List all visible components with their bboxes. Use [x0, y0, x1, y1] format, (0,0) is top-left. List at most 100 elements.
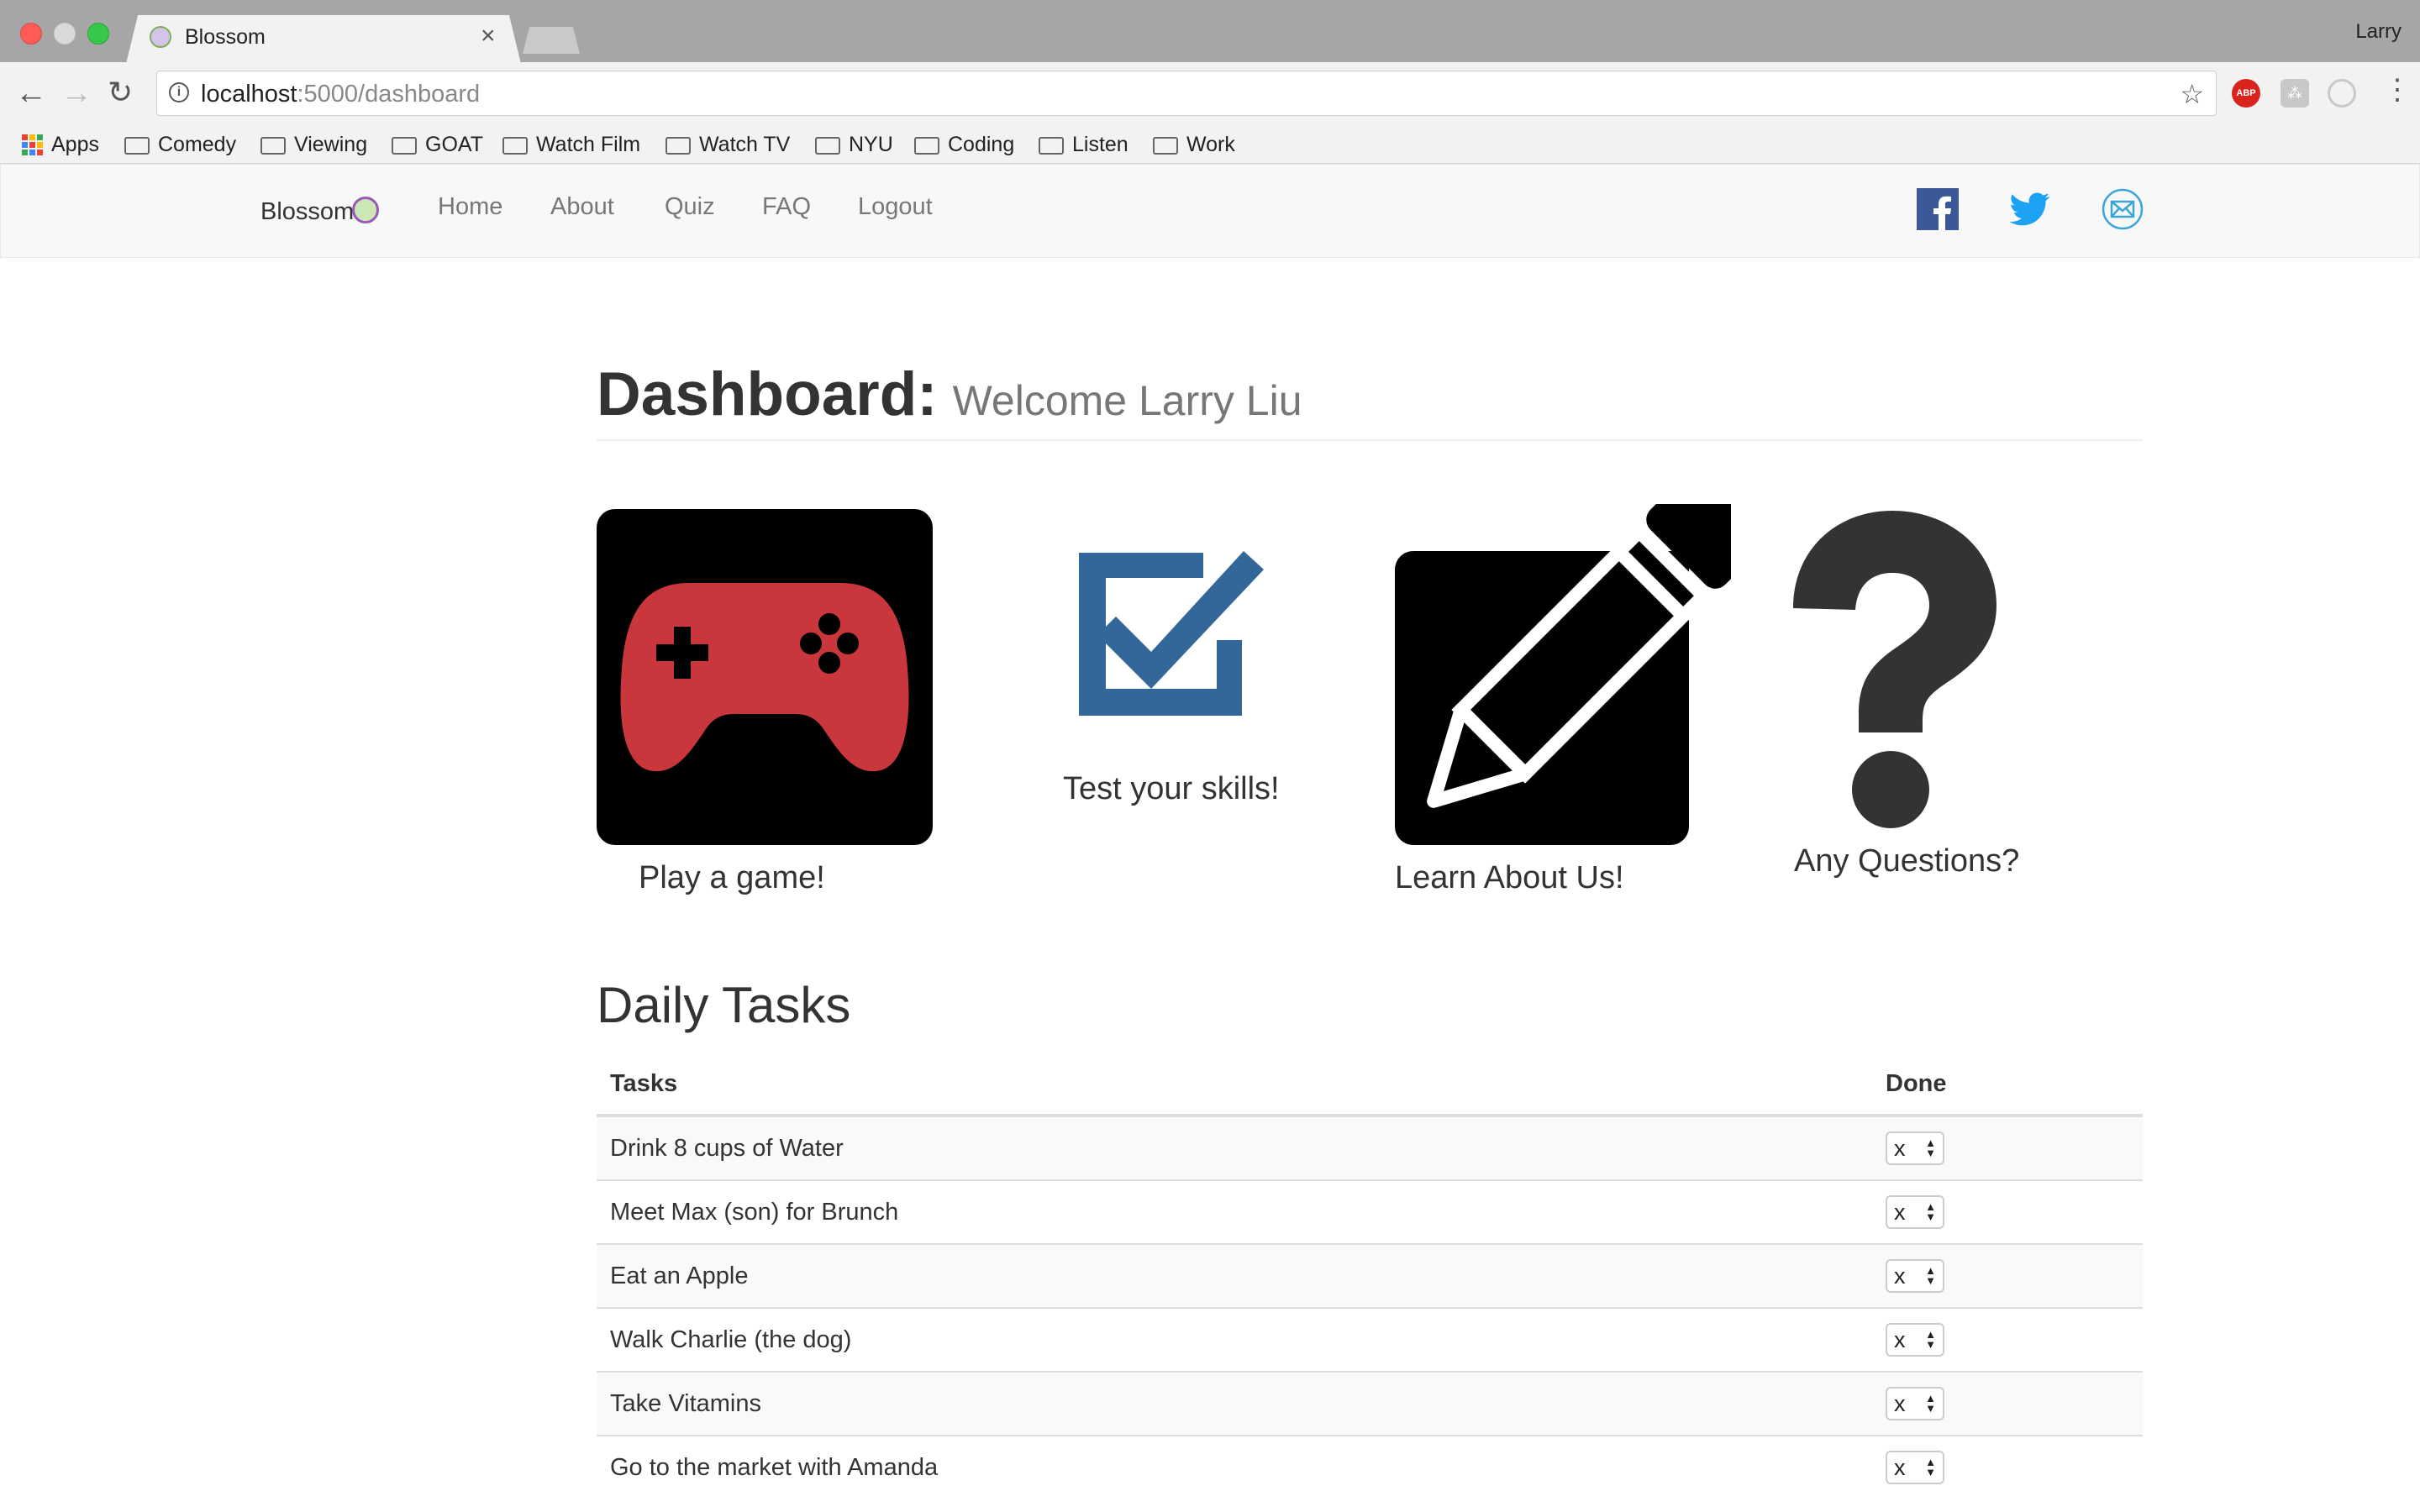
mail-icon[interactable] [2102, 188, 2144, 230]
tab-favicon-icon [150, 26, 171, 48]
profile-name[interactable]: Larry [2355, 20, 2402, 44]
folder-icon [1039, 137, 1064, 155]
nav-home[interactable]: Home [438, 193, 502, 221]
bookmark-label: Watch Film [536, 133, 641, 156]
table-row: Drink 8 cups of Water x ▲ ▼ [597, 1115, 2143, 1180]
learn-about-label[interactable]: Learn About Us! [1395, 860, 1624, 896]
checkbox-icon[interactable] [1077, 548, 1265, 721]
done-select[interactable]: x ▲ ▼ [1886, 1131, 1944, 1165]
bookmark-watch-film[interactable]: Watch Film [502, 133, 640, 157]
task-name: Meet Max (son) for Brunch [597, 1179, 1872, 1244]
url-text[interactable]: localhost:5000/dashboard [201, 81, 480, 108]
select-arrows-icon: ▲ ▼ [1925, 1264, 1936, 1287]
bookmark-work[interactable]: Work [1153, 133, 1235, 157]
select-arrows-icon: ▲ ▼ [1925, 1200, 1936, 1223]
tab-title[interactable]: Blossom [185, 25, 266, 50]
pencil-icon[interactable] [1395, 504, 1731, 848]
select-arrows-icon: ▲ ▼ [1925, 1137, 1936, 1159]
blossom-logo-icon[interactable] [352, 197, 379, 223]
folder-icon [392, 137, 417, 155]
page-title: Dashboard: Welcome Larry Liu [597, 360, 1302, 428]
nav-about[interactable]: About [550, 193, 614, 221]
play-game-label[interactable]: Play a game! [639, 860, 825, 896]
bookmark-label: GOAT [425, 133, 483, 156]
bookmark-label: Apps [51, 133, 99, 156]
done-select[interactable]: x ▲ ▼ [1886, 1323, 1944, 1357]
bookmark-watch-tv[interactable]: Watch TV [666, 133, 790, 157]
bookmark-label: Watch TV [699, 133, 791, 156]
done-select[interactable]: x ▲ ▼ [1886, 1195, 1944, 1229]
table-row: Go to the market with Amanda x ▲ ▼ [597, 1435, 2143, 1499]
bookmark-label: Coding [948, 133, 1015, 156]
bookmark-comedy[interactable]: Comedy [124, 133, 236, 157]
bookmark-listen[interactable]: Listen [1039, 133, 1128, 157]
apps-grid-icon [22, 134, 43, 155]
welcome-text: Welcome Larry Liu [952, 377, 1302, 424]
test-skills-label[interactable]: Test your skills! [1063, 771, 1280, 807]
done-select[interactable]: x ▲ ▼ [1886, 1387, 1944, 1420]
bookmarks-bar: Apps Comedy Viewing GOAT Watch Film Watc… [0, 128, 2420, 164]
table-row: Eat an Apple x ▲ ▼ [597, 1243, 2143, 1308]
nav-faq[interactable]: FAQ [762, 193, 811, 221]
facebook-icon[interactable] [1917, 188, 1959, 230]
browser-menu-icon[interactable]: ⋮ [2383, 76, 2412, 104]
browser-titlebar: Blossom × Larry [0, 0, 2420, 64]
table-row: Meet Max (son) for Brunch x ▲ ▼ [597, 1179, 2143, 1244]
react-extension-icon[interactable] [2328, 79, 2356, 108]
folder-icon [1153, 137, 1178, 155]
folder-icon [815, 137, 840, 155]
extension-icon[interactable]: ⁂ [2281, 79, 2309, 108]
tasks-table: Tasks Done Drink 8 cups of Water x ▲ ▼ Mee… [597, 1053, 2143, 1499]
twitter-icon[interactable] [2009, 188, 2051, 230]
browser-toolbar: ← → ↻ i localhost:5000/dashboard ☆ ABP ⁂… [0, 62, 2420, 128]
folder-icon [502, 137, 528, 155]
folder-icon [914, 137, 939, 155]
any-questions-label[interactable]: Any Questions? [1794, 843, 2019, 879]
tab-close-icon[interactable]: × [481, 22, 496, 50]
bookmark-coding[interactable]: Coding [914, 133, 1014, 157]
task-name: Take Vitamins [597, 1371, 1872, 1436]
bookmark-star-icon[interactable]: ☆ [2180, 78, 2204, 110]
maximize-window-button[interactable] [87, 23, 109, 45]
bookmark-apps[interactable]: Apps [22, 133, 99, 157]
bookmark-label: NYU [849, 133, 893, 156]
minimize-window-button[interactable] [54, 23, 76, 45]
bookmark-label: Listen [1072, 133, 1128, 156]
bookmark-label: Comedy [158, 133, 237, 156]
question-mark-icon[interactable] [1788, 507, 1998, 830]
site-navbar: Blossom Home About Quiz FAQ Logout [0, 164, 2420, 258]
folder-icon [666, 137, 691, 155]
address-bar[interactable]: i localhost:5000/dashboard ☆ [156, 71, 2217, 116]
nav-logout[interactable]: Logout [858, 193, 933, 221]
back-arrow-icon[interactable]: ← [15, 77, 47, 109]
daily-tasks-title: Daily Tasks [597, 977, 851, 1033]
task-name: Eat an Apple [597, 1243, 1872, 1308]
task-name: Drink 8 cups of Water [597, 1115, 1872, 1180]
bookmark-nyu[interactable]: NYU [815, 133, 893, 157]
nav-quiz[interactable]: Quiz [665, 193, 715, 221]
done-select[interactable]: x ▲ ▼ [1886, 1259, 1944, 1293]
heading-divider [597, 439, 2143, 441]
folder-icon [260, 137, 286, 155]
close-window-button[interactable] [20, 23, 42, 45]
reload-icon[interactable]: ↻ [108, 77, 133, 108]
adblock-extension-icon[interactable]: ABP [2232, 79, 2260, 108]
bookmark-label: Work [1186, 133, 1235, 156]
bookmark-goat[interactable]: GOAT [392, 133, 483, 157]
select-arrows-icon: ▲ ▼ [1925, 1456, 1936, 1478]
bookmark-viewing[interactable]: Viewing [260, 133, 367, 157]
site-info-icon[interactable]: i [169, 82, 189, 102]
forward-arrow-icon[interactable]: → [60, 77, 92, 109]
folder-icon [124, 137, 150, 155]
new-tab-button[interactable] [523, 27, 580, 54]
task-name: Go to the market with Amanda [597, 1435, 1872, 1499]
task-name: Walk Charlie (the dog) [597, 1307, 1872, 1372]
gamepad-icon[interactable] [597, 509, 933, 845]
brand-link[interactable]: Blossom [260, 198, 354, 226]
select-arrows-icon: ▲ ▼ [1925, 1392, 1936, 1415]
bookmark-label: Viewing [294, 133, 368, 156]
table-row: Take Vitamins x ▲ ▼ [597, 1371, 2143, 1436]
table-row: Walk Charlie (the dog) x ▲ ▼ [597, 1307, 2143, 1372]
done-select[interactable]: x ▲ ▼ [1886, 1451, 1944, 1484]
tasks-column-header: Tasks [597, 1053, 1872, 1117]
